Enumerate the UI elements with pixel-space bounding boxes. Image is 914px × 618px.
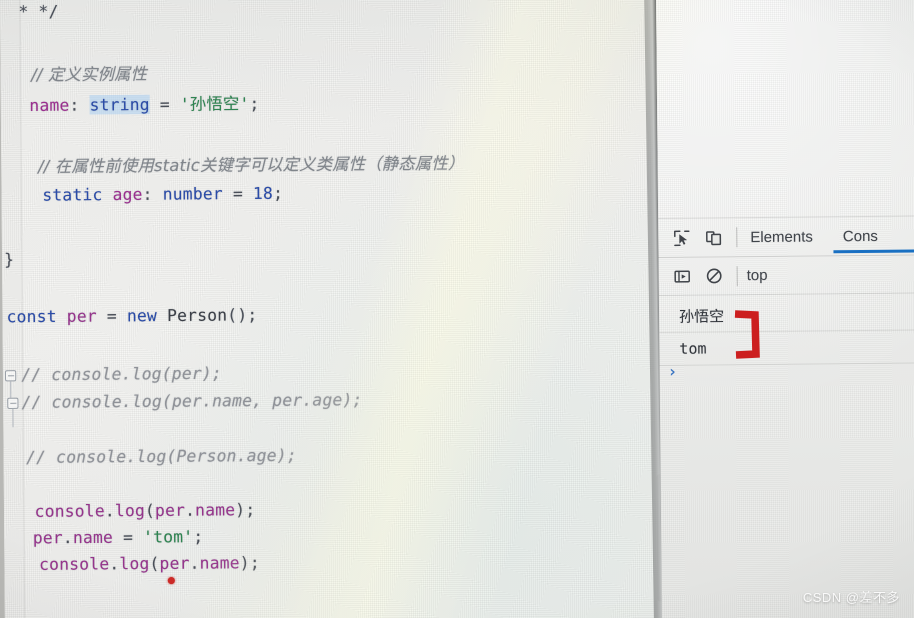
code-token: =	[222, 183, 254, 204]
code-token: new	[126, 305, 158, 326]
code-token: console	[39, 554, 110, 574]
code-line-const-per[interactable]: const per = new Person();	[6, 305, 257, 326]
code-fold-stem	[10, 381, 12, 398]
code-token: per	[159, 553, 190, 574]
code-token: );	[235, 499, 256, 520]
code-line-comment-instance-prop[interactable]: // 定义实例属性	[31, 60, 147, 85]
code-token: string	[89, 94, 150, 115]
code-line-comment-log-per-name-age[interactable]: // console.log(per.name, per.age);	[21, 390, 362, 412]
code-token: .	[62, 527, 73, 548]
code-line-comment-static-prop[interactable]: // 在属性前使用static关键字可以定义类属性（静态属性）	[38, 149, 465, 177]
devtools-panel[interactable]: Elements Cons top 孙悟空 tom ›	[656, 0, 914, 618]
code-token: :	[69, 95, 90, 115]
code-token: name	[72, 527, 114, 548]
code-token: .	[185, 500, 196, 520]
code-line-class-close-brace[interactable]: }	[4, 250, 14, 269]
code-token: log	[114, 500, 146, 521]
console-log-text: tom	[679, 339, 707, 358]
code-token: per	[32, 527, 63, 548]
console-toolbar: top	[658, 255, 914, 296]
tab-elements[interactable]: Elements	[746, 216, 817, 257]
code-token: age	[112, 184, 143, 205]
code-line-decl-static-age[interactable]: static age: number = 18;	[42, 183, 283, 204]
code-token: =	[96, 306, 128, 326]
code-line-log-per-name-1[interactable]: console.log(per.name);	[35, 500, 256, 521]
code-token: // 在属性前使用static关键字可以定义类属性（静态属性）	[37, 153, 465, 177]
code-line-log-per-name-2[interactable]: console.log(per.name);	[39, 553, 260, 574]
code-token: ();	[227, 305, 258, 325]
code-line-comment-log-person-age[interactable]: // console.log(Person.age);	[26, 445, 297, 467]
code-editor-pane[interactable]: * */ // 定义实例属性 name: string = '孙悟空'; // 在属性…	[0, 0, 666, 618]
code-token: .	[104, 500, 115, 521]
code-token: ;	[272, 183, 284, 203]
code-line-decl-name[interactable]: name: string = '孙悟空';	[29, 90, 259, 116]
code-token: name	[29, 95, 70, 116]
code-token: static	[42, 184, 103, 205]
code-token: Person	[166, 305, 228, 326]
code-fold-marker[interactable]	[4, 370, 17, 382]
code-token: (	[149, 553, 160, 574]
console-log-text: 孙悟空	[678, 306, 725, 326]
console-prompt-caret[interactable]: ›	[668, 362, 678, 381]
code-token: .	[109, 553, 120, 574]
code-token: name	[195, 500, 236, 520]
code-token: // console.log(Person.age);	[25, 445, 297, 467]
code-token: =	[112, 527, 144, 547]
code-token: 18	[252, 183, 274, 204]
code-token: name	[199, 553, 240, 573]
code-token: // 定义实例属性	[31, 64, 148, 85]
device-toolbar-icon[interactable]	[698, 222, 728, 252]
code-token: // console.log(per);	[21, 363, 222, 385]
code-token: per	[154, 500, 186, 521]
code-token: );	[239, 552, 260, 573]
code-line-assign-per-name[interactable]: per.name = 'tom';	[33, 527, 204, 548]
code-token: number	[162, 183, 223, 204]
tab-console[interactable]: Cons	[839, 216, 882, 256]
code-token: '孙悟空'	[179, 93, 250, 114]
code-token: console	[34, 501, 105, 521]
inspect-element-icon[interactable]	[666, 223, 696, 253]
code-token: }	[4, 249, 15, 270]
console-toolbar-divider	[736, 265, 738, 286]
code-token: ;	[249, 93, 260, 114]
code-token: .	[189, 553, 200, 573]
photographed-screen: * */ // 定义实例属性 name: string = '孙悟空'; // 在属性…	[0, 0, 914, 618]
code-token: per	[66, 306, 97, 326]
code-fold-stem	[12, 408, 14, 428]
toolbar-divider	[736, 227, 738, 248]
clear-console-icon[interactable]	[699, 261, 729, 291]
code-token: * */	[18, 1, 59, 22]
code-token: :	[142, 184, 163, 204]
code-token: const	[6, 306, 57, 327]
code-token: (	[144, 500, 156, 521]
console-log-row[interactable]: tom	[659, 330, 914, 366]
code-token: // console.log(per.name, per.age);	[21, 389, 363, 412]
editor-error-marker	[167, 576, 175, 585]
code-line-comment-block-end[interactable]: * */	[18, 2, 58, 22]
console-context-selector[interactable]: top	[747, 267, 768, 284]
devtools-tabbar: Elements Cons	[658, 215, 914, 258]
code-fold-marker[interactable]	[7, 397, 19, 409]
csdn-watermark: CSDN @差不多	[802, 590, 900, 605]
console-log-row[interactable]: 孙悟空	[658, 297, 914, 333]
code-token: log	[119, 553, 150, 574]
code-token: 'tom'	[143, 526, 194, 547]
code-line-comment-log-per[interactable]: // console.log(per);	[21, 363, 222, 384]
console-sidebar-icon[interactable]	[667, 261, 697, 291]
code-token: ;	[193, 526, 204, 547]
code-token: =	[149, 94, 180, 115]
